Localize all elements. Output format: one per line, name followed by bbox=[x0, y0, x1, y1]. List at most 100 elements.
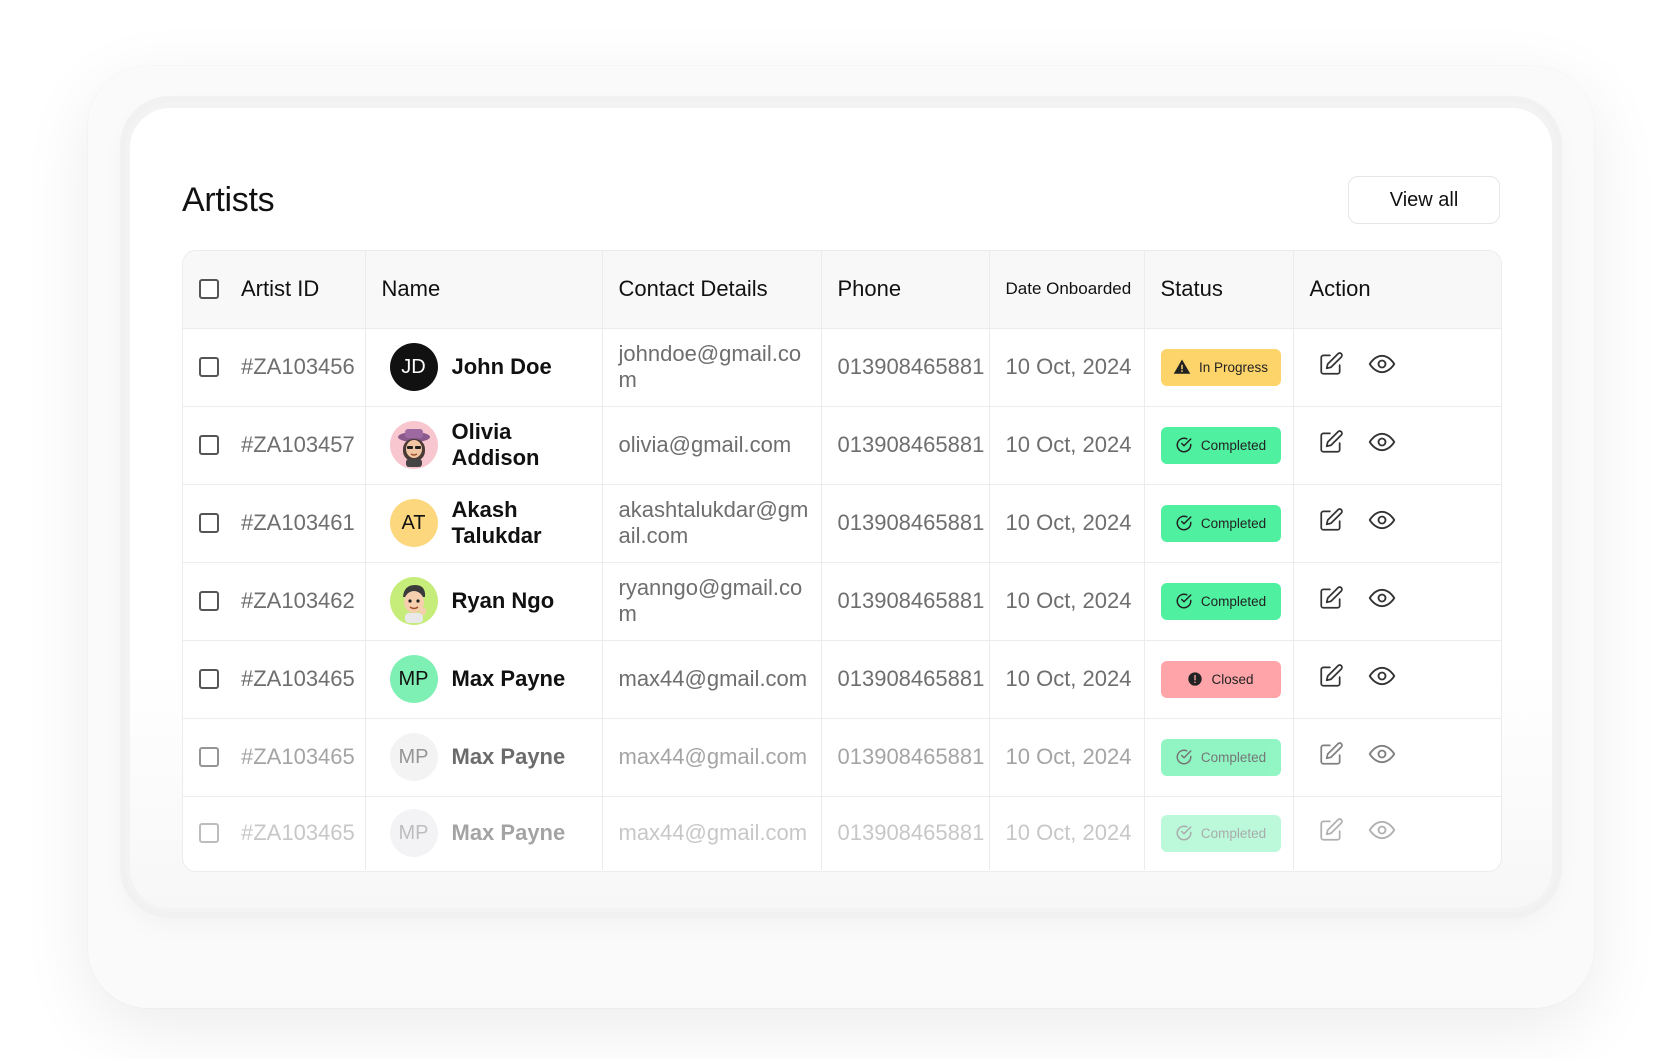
table-row[interactable]: #ZA103465 MP Max Payne max44@gmail.com 0… bbox=[183, 796, 1501, 870]
check-circle-icon bbox=[1175, 592, 1193, 610]
date-onboarded: 10 Oct, 2024 bbox=[1005, 666, 1132, 691]
artist-id: #ZA103461 bbox=[241, 510, 355, 535]
artist-id: #ZA103465 bbox=[241, 666, 355, 691]
table-row[interactable]: #ZA103456 JD John Doe johndoe@gmail.com … bbox=[183, 328, 1501, 406]
status-label: Completed bbox=[1200, 437, 1267, 453]
contact-email: akashtalukdar@gmail.com bbox=[618, 497, 809, 548]
row-checkbox[interactable] bbox=[199, 513, 219, 533]
check-circle-icon bbox=[1175, 436, 1193, 454]
date-onboarded: 10 Oct, 2024 bbox=[1005, 588, 1132, 613]
edit-icon[interactable] bbox=[1318, 507, 1344, 539]
phone-number: 013908465881 bbox=[837, 820, 985, 846]
edit-icon[interactable] bbox=[1318, 429, 1344, 461]
contact-email: ryanngo@gmail.com bbox=[618, 575, 803, 626]
contact-email: max44@gmail.com bbox=[618, 820, 808, 846]
status-badge: Completed bbox=[1160, 426, 1281, 464]
page-title: Artists bbox=[182, 180, 275, 219]
column-header-artist-id: Artist ID bbox=[183, 251, 365, 328]
row-checkbox[interactable] bbox=[199, 591, 219, 611]
eye-icon[interactable] bbox=[1368, 816, 1396, 850]
date-onboarded: 10 Oct, 2024 bbox=[1005, 354, 1132, 379]
status-badge: Completed bbox=[1160, 814, 1281, 852]
status-label: Closed bbox=[1211, 671, 1254, 687]
avatar: JD bbox=[389, 343, 438, 391]
table-row[interactable]: #ZA103465 MP Max Payne max44@gmail.com 0… bbox=[183, 640, 1501, 718]
avatar: AT bbox=[389, 499, 438, 547]
check-circle-icon bbox=[1175, 514, 1193, 532]
eye-icon[interactable] bbox=[1368, 350, 1396, 384]
artist-id: #ZA103465 bbox=[241, 744, 355, 769]
date-onboarded: 10 Oct, 2024 bbox=[1005, 820, 1132, 846]
card-header: Artists View all bbox=[182, 176, 1500, 224]
status-badge: In Progress bbox=[1160, 348, 1281, 386]
date-onboarded: 10 Oct, 2024 bbox=[1005, 744, 1132, 769]
contact-email: johndoe@gmail.com bbox=[618, 341, 802, 392]
man-avatar-icon bbox=[389, 577, 438, 625]
status-label: Completed bbox=[1200, 825, 1267, 841]
table-row[interactable]: #ZA103465 MP Max Payne max44@gmail.com 0… bbox=[183, 718, 1501, 796]
artist-name: Max Payne bbox=[451, 820, 566, 846]
status-badge: Completed bbox=[1160, 582, 1281, 620]
eye-icon[interactable] bbox=[1368, 428, 1396, 462]
artist-name: John Doe bbox=[451, 354, 552, 379]
status-label: Completed bbox=[1200, 515, 1267, 531]
row-checkbox[interactable] bbox=[199, 823, 219, 844]
status-label: In Progress bbox=[1198, 359, 1269, 375]
artists-card: Artists View all Artist ID Name Contact … bbox=[130, 108, 1552, 908]
table-row[interactable]: #ZA103461 AT Akash Talukdar akashtalukda… bbox=[183, 484, 1501, 562]
table-header-row: Artist ID Name Contact Details Phone Dat… bbox=[183, 251, 1501, 328]
column-header-name: Name bbox=[364, 251, 602, 328]
column-header-contact: Contact Details bbox=[601, 251, 821, 328]
column-header-action: Action bbox=[1292, 251, 1501, 328]
eye-icon[interactable] bbox=[1368, 584, 1396, 618]
eye-icon[interactable] bbox=[1368, 740, 1396, 774]
contact-email: olivia@gmail.com bbox=[618, 432, 792, 457]
contact-email: max44@gmail.com bbox=[618, 744, 808, 769]
artist-name: Olivia Addison bbox=[451, 419, 540, 470]
avatar: MP bbox=[389, 733, 438, 781]
artist-name: Akash Talukdar bbox=[451, 497, 542, 548]
alert-circle-icon bbox=[1187, 671, 1203, 687]
phone-number: 013908465881 bbox=[837, 666, 985, 691]
row-checkbox[interactable] bbox=[199, 669, 219, 689]
eye-icon[interactable] bbox=[1368, 662, 1396, 696]
artist-id: #ZA103462 bbox=[241, 588, 355, 613]
phone-number: 013908465881 bbox=[837, 432, 985, 457]
eye-icon[interactable] bbox=[1368, 506, 1396, 540]
row-checkbox[interactable] bbox=[199, 357, 219, 377]
status-label: Completed bbox=[1200, 593, 1267, 609]
edit-icon[interactable] bbox=[1318, 351, 1344, 383]
woman-hat-avatar-icon bbox=[389, 421, 438, 469]
edit-icon[interactable] bbox=[1318, 585, 1344, 617]
artist-name: Max Payne bbox=[451, 744, 566, 769]
edit-icon[interactable] bbox=[1318, 663, 1344, 695]
avatar: MP bbox=[389, 809, 438, 858]
status-badge: Closed bbox=[1160, 660, 1281, 698]
table-row[interactable]: #ZA103462 Ryan Ngo ryanngo@gmail.com 013… bbox=[183, 562, 1501, 640]
edit-icon[interactable] bbox=[1318, 817, 1344, 849]
edit-icon[interactable] bbox=[1318, 741, 1344, 773]
check-circle-icon bbox=[1175, 748, 1193, 766]
row-checkbox[interactable] bbox=[199, 435, 219, 455]
check-circle-icon bbox=[1175, 824, 1193, 842]
table-row[interactable]: #ZA103457 Olivia Addison olivia@gmail.co… bbox=[183, 406, 1501, 484]
phone-number: 013908465881 bbox=[837, 354, 985, 379]
status-badge: Completed bbox=[1160, 738, 1281, 776]
contact-email: max44@gmail.com bbox=[618, 666, 808, 691]
avatar: MP bbox=[389, 655, 438, 703]
column-header-date: Date Onboarded bbox=[988, 251, 1144, 328]
column-header-status: Status bbox=[1143, 251, 1293, 328]
artist-id: #ZA103465 bbox=[241, 820, 355, 846]
column-header-phone: Phone bbox=[820, 251, 989, 328]
artist-name: Ryan Ngo bbox=[451, 588, 555, 613]
select-all-checkbox[interactable] bbox=[199, 279, 219, 300]
artist-id: #ZA103457 bbox=[241, 432, 355, 457]
date-onboarded: 10 Oct, 2024 bbox=[1005, 432, 1132, 457]
artists-table: Artist ID Name Contact Details Phone Dat… bbox=[182, 250, 1502, 872]
phone-number: 013908465881 bbox=[837, 744, 985, 769]
artist-id: #ZA103456 bbox=[241, 354, 355, 379]
phone-number: 013908465881 bbox=[837, 588, 985, 613]
row-checkbox[interactable] bbox=[199, 747, 219, 767]
view-all-button[interactable]: View all bbox=[1348, 176, 1500, 224]
warning-triangle-icon bbox=[1173, 358, 1191, 376]
